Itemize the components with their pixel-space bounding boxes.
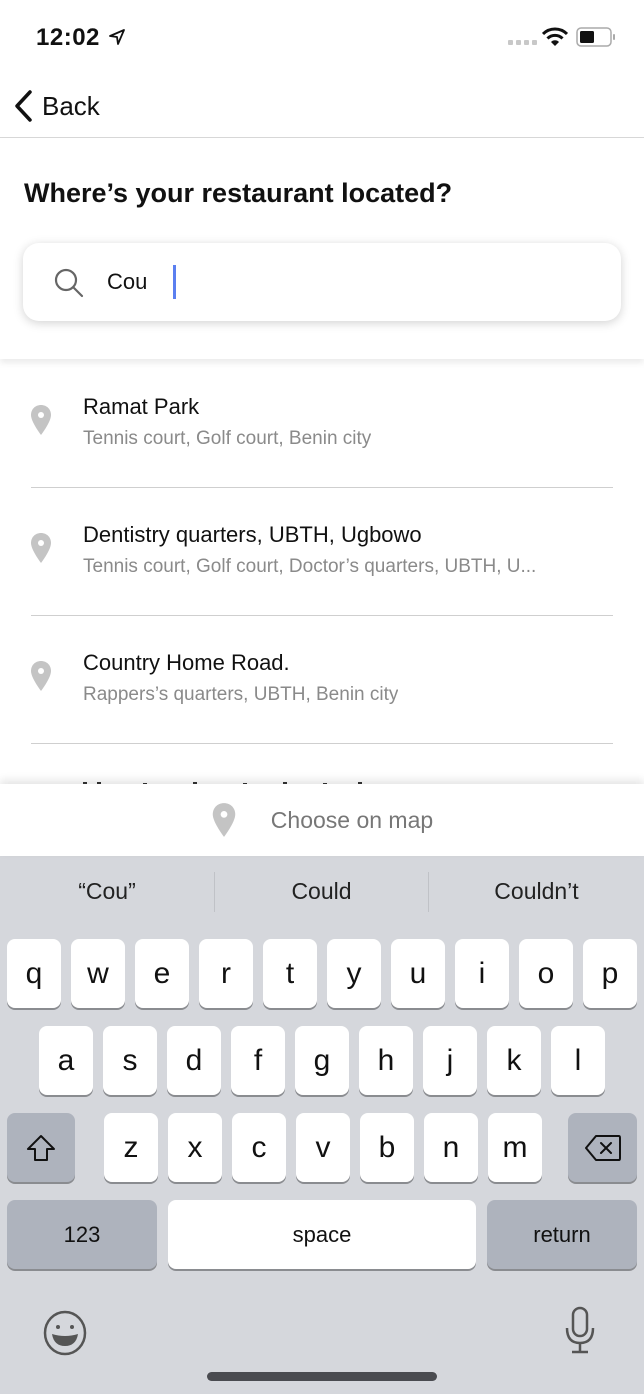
key-c[interactable]: c bbox=[232, 1113, 286, 1182]
suggestion-item[interactable]: Couldn’t bbox=[429, 870, 644, 912]
nav-bar: Back bbox=[0, 78, 644, 138]
result-title: Dentistry quarters, UBTH, Ugbowo bbox=[83, 522, 422, 547]
result-subtitle: Tennis court, Golf court, Benin city bbox=[83, 428, 372, 449]
search-input[interactable] bbox=[107, 259, 587, 305]
chevron-left-icon bbox=[15, 90, 32, 122]
key-t[interactable]: t bbox=[263, 939, 317, 1008]
search-box[interactable] bbox=[23, 243, 621, 321]
choose-on-map-label: Choose on map bbox=[270, 806, 434, 833]
status-bar: 12:02 bbox=[0, 0, 644, 78]
key-u[interactable]: u bbox=[391, 939, 445, 1008]
result-item[interactable]: Country Home Road. Rappers’s quarters, U… bbox=[0, 616, 644, 744]
key-h[interactable]: h bbox=[359, 1026, 413, 1095]
result-item[interactable]: Dentistry quarters, UBTH, Ugbowo Tennis … bbox=[0, 488, 644, 616]
key-q[interactable]: q bbox=[7, 939, 61, 1008]
result-title: Country Home Road. bbox=[83, 650, 290, 675]
key-o[interactable]: o bbox=[519, 939, 573, 1008]
home-indicator[interactable] bbox=[207, 1372, 437, 1381]
key-m[interactable]: m bbox=[488, 1113, 542, 1182]
page-title: Where’s your restaurant located? bbox=[24, 178, 453, 208]
shift-key[interactable] bbox=[7, 1113, 75, 1182]
key-k[interactable]: k bbox=[487, 1026, 541, 1095]
search-icon bbox=[54, 268, 84, 298]
divider bbox=[31, 743, 613, 744]
microphone-icon[interactable] bbox=[562, 1306, 598, 1356]
shift-icon bbox=[27, 1134, 55, 1161]
key-l[interactable]: l bbox=[551, 1026, 605, 1095]
key-s[interactable]: s bbox=[103, 1026, 157, 1095]
key-v[interactable]: v bbox=[296, 1113, 350, 1182]
delete-key[interactable] bbox=[568, 1113, 637, 1182]
backspace-icon bbox=[584, 1134, 621, 1161]
key-r[interactable]: r bbox=[199, 939, 253, 1008]
status-time: 12:02 bbox=[36, 24, 100, 51]
space-key[interactable]: space bbox=[168, 1200, 476, 1269]
map-pin-icon bbox=[31, 661, 51, 691]
key-e[interactable]: e bbox=[135, 939, 189, 1008]
key-w[interactable]: w bbox=[71, 939, 125, 1008]
choose-on-map-button[interactable]: Choose on map bbox=[0, 784, 644, 856]
result-subtitle: Rappers’s quarters, UBTH, Benin city bbox=[83, 684, 399, 705]
key-g[interactable]: g bbox=[295, 1026, 349, 1095]
return-key[interactable]: return bbox=[487, 1200, 637, 1269]
key-b[interactable]: b bbox=[360, 1113, 414, 1182]
key-j[interactable]: j bbox=[423, 1026, 477, 1095]
key-p[interactable]: p bbox=[583, 939, 637, 1008]
emoji-icon[interactable] bbox=[42, 1310, 88, 1356]
signal-icon bbox=[508, 40, 537, 45]
results-list: Ramat Park Tennis court, Golf court, Ben… bbox=[0, 360, 644, 785]
result-title: Ramat Park bbox=[83, 394, 200, 419]
map-pin-icon bbox=[31, 533, 51, 563]
key-d[interactable]: d bbox=[167, 1026, 221, 1095]
predictive-bar: “Cou” Could Couldn’t bbox=[0, 856, 644, 936]
result-subtitle: Tennis court, Golf court, Doctor’s quart… bbox=[83, 556, 537, 577]
wifi-icon bbox=[542, 27, 568, 46]
header-panel: Where’s your restaurant located? bbox=[0, 138, 644, 359]
key-i[interactable]: i bbox=[455, 939, 509, 1008]
back-label: Back bbox=[42, 90, 100, 121]
suggestion-item[interactable]: “Cou” bbox=[0, 870, 214, 912]
map-pin-icon bbox=[31, 405, 51, 435]
map-pin-icon bbox=[212, 803, 236, 837]
keyboard: “Cou” Could Couldn’t q w e r t y u i o p… bbox=[0, 856, 644, 1394]
suggestion-item[interactable]: Could bbox=[215, 870, 428, 912]
location-arrow-icon bbox=[109, 29, 125, 45]
numbers-key[interactable]: 123 bbox=[7, 1200, 157, 1269]
result-item[interactable]: Ramat Park Tennis court, Golf court, Ben… bbox=[0, 360, 644, 488]
key-z[interactable]: z bbox=[104, 1113, 158, 1182]
key-n[interactable]: n bbox=[424, 1113, 478, 1182]
key-y[interactable]: y bbox=[327, 939, 381, 1008]
battery-icon bbox=[576, 27, 615, 47]
key-a[interactable]: a bbox=[39, 1026, 93, 1095]
back-button[interactable]: Back bbox=[12, 84, 100, 128]
key-f[interactable]: f bbox=[231, 1026, 285, 1095]
key-x[interactable]: x bbox=[168, 1113, 222, 1182]
text-caret bbox=[173, 265, 176, 299]
